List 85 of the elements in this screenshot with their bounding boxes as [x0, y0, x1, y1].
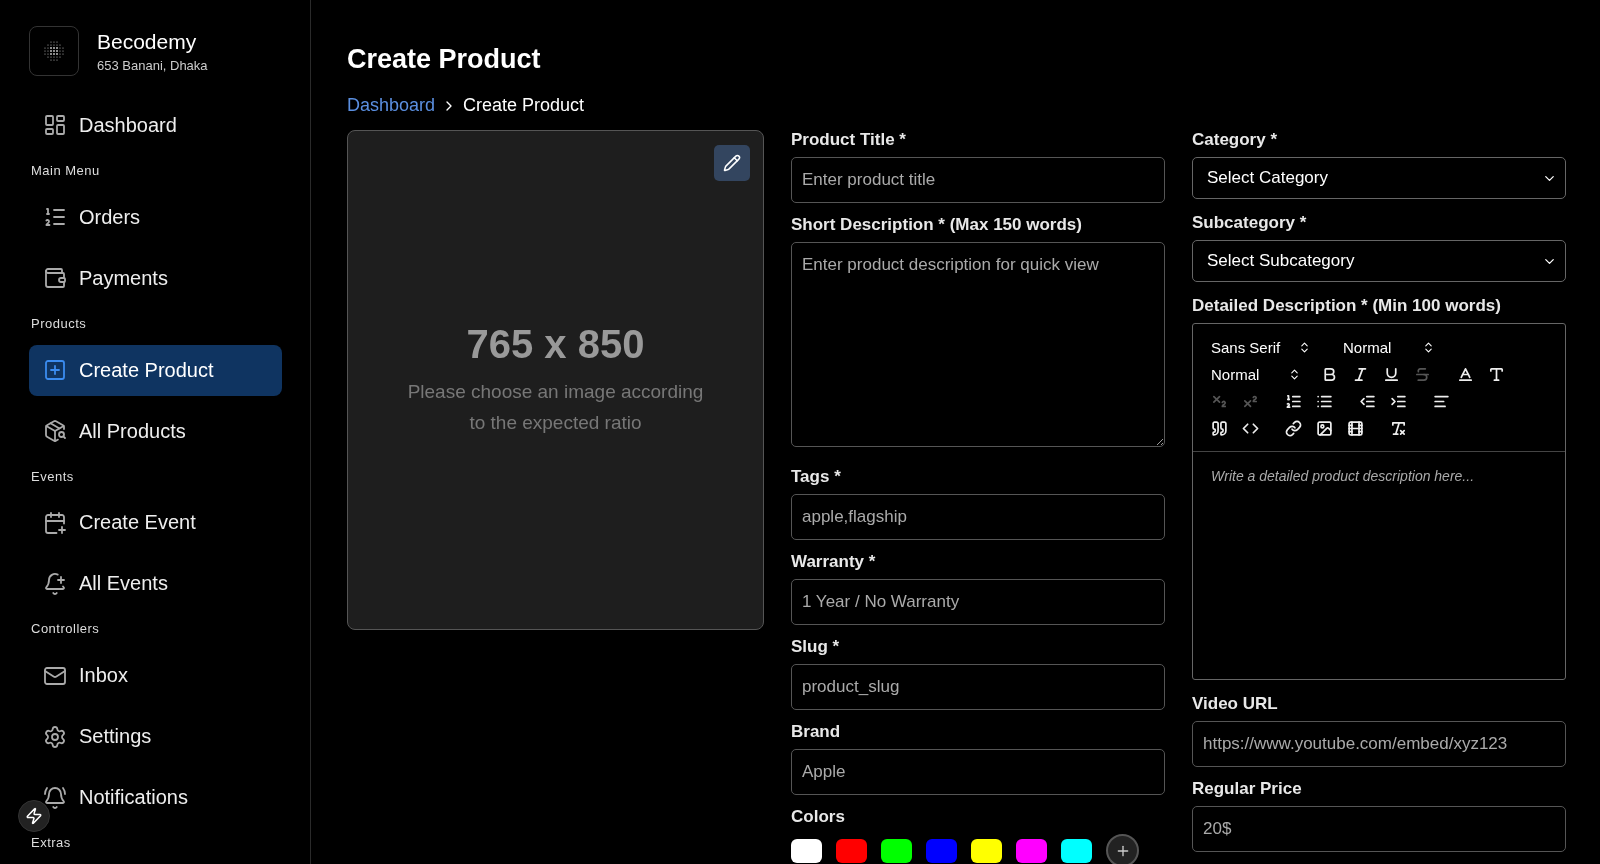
strikethrough-icon	[1414, 365, 1431, 383]
section-heading: Events	[31, 468, 75, 484]
field-label: Warranty *	[791, 552, 877, 572]
link-icon	[1285, 419, 1302, 437]
text-field[interactable]: product_slug	[791, 664, 1165, 710]
sidebar-item[interactable]: Create Product	[29, 344, 282, 396]
breadcrumb-link[interactable]: Dashboard	[347, 95, 436, 116]
field-label: Category *	[1192, 130, 1279, 150]
description-field[interactable]: Enter product description for quick view	[791, 242, 1165, 447]
lightning-icon	[25, 807, 43, 825]
field-label: Tags *	[791, 467, 842, 487]
image-hint: Please choose an image according to the expected ratio	[406, 380, 705, 435]
select-field[interactable]: Select Subcategory	[1192, 240, 1566, 282]
text-field[interactable]: Apple	[791, 749, 1165, 795]
color-swatch[interactable]	[971, 838, 1002, 863]
wallet-icon	[43, 266, 67, 291]
film-icon	[1347, 419, 1364, 437]
bold-icon	[1321, 365, 1338, 383]
sidebar-item[interactable]: Notifications	[29, 772, 282, 824]
text-field[interactable]: Enter product title	[791, 157, 1165, 203]
brand-name: Becodemy	[97, 29, 198, 54]
italic-icon	[1352, 365, 1369, 383]
clear-format-icon	[1390, 419, 1407, 437]
section-heading: Extras	[31, 835, 72, 851]
field-label: Colors	[791, 807, 846, 827]
color-swatch[interactable]	[881, 838, 912, 863]
quote-icon	[1211, 419, 1228, 437]
field-label: Product Title *	[791, 130, 907, 150]
sidebar-item[interactable]: Settings	[29, 711, 282, 763]
logo-icon	[29, 26, 79, 76]
field-label: Brand	[791, 722, 842, 742]
image-size: 765 x 850	[466, 322, 645, 368]
section-heading: Controllers	[31, 621, 101, 637]
color-swatch[interactable]	[836, 838, 867, 863]
color-swatch[interactable]	[1016, 838, 1047, 863]
bell-plus-icon	[43, 571, 67, 596]
up-down-icon	[1298, 340, 1311, 354]
breadcrumb-current: Create Product	[463, 95, 585, 116]
text-field[interactable]: https://www.youtube.com/embed/xyz123	[1192, 721, 1566, 767]
settings-icon	[43, 724, 67, 749]
editor-placeholder[interactable]: Write a detailed product description here...	[1193, 452, 1565, 500]
field-label: Subcategory *	[1192, 213, 1308, 233]
sidebar-item[interactable]: Create Event	[29, 497, 282, 549]
heading-picker[interactable]: Normal	[1211, 365, 1301, 383]
sidebar-item[interactable]: Inbox	[29, 650, 282, 702]
image-upload-area[interactable]: 765 x 850 Please choose an image according to the expected ratio	[347, 130, 764, 630]
quick-action-button[interactable]	[18, 800, 50, 832]
page-title: Create Product	[347, 44, 542, 75]
field-label: Video URL	[1192, 694, 1279, 714]
text-field[interactable]: 1 Year / No Warranty	[791, 579, 1165, 625]
bell-ringing-icon	[43, 785, 67, 810]
text-background-icon	[1488, 365, 1505, 383]
color-swatch[interactable]	[1061, 838, 1092, 863]
sidebar-item[interactable]: Orders	[29, 191, 282, 243]
calendar-plus-icon	[43, 511, 67, 535]
font-picker[interactable]: Sans Serif	[1211, 338, 1311, 356]
sidebar-item[interactable]: All Events	[29, 558, 282, 610]
add-color-button[interactable]	[1106, 834, 1139, 864]
pencil-icon	[723, 154, 741, 172]
edit-image-button[interactable]	[714, 145, 750, 181]
section-heading: Main Menu	[31, 162, 101, 178]
size-picker[interactable]: Normal	[1343, 338, 1435, 356]
sidebar-item[interactable]: All Products	[29, 405, 282, 457]
section-heading: Products	[31, 315, 88, 331]
sidebar-item[interactable]: Dashboard	[29, 100, 282, 151]
plus-square-icon	[43, 358, 67, 383]
color-swatch[interactable]	[926, 838, 957, 863]
underline-icon	[1383, 365, 1400, 383]
image-icon	[1316, 419, 1333, 437]
text-field[interactable]: apple,flagship	[791, 494, 1165, 540]
field-label: Detailed Description * (Min 100 words)	[1192, 296, 1502, 316]
dashboard-icon	[43, 113, 67, 138]
color-swatch[interactable]	[791, 838, 822, 863]
package-search-icon	[43, 419, 67, 444]
brand-address: 653 Banani, Dhaka	[97, 57, 208, 73]
text-field[interactable]: 20$	[1192, 806, 1566, 852]
select-field[interactable]: Select Category	[1192, 157, 1566, 199]
field-label: Short Description * (Max 150 words)	[791, 215, 1083, 235]
field-label: Regular Price	[1192, 779, 1303, 799]
up-down-icon	[1422, 340, 1435, 354]
text-color-icon	[1457, 365, 1474, 383]
sidebar-item[interactable]: Payments	[29, 252, 282, 304]
up-down-icon	[1288, 367, 1301, 381]
field-label: Slug *	[791, 637, 841, 657]
numbered-list-icon	[1285, 392, 1302, 410]
